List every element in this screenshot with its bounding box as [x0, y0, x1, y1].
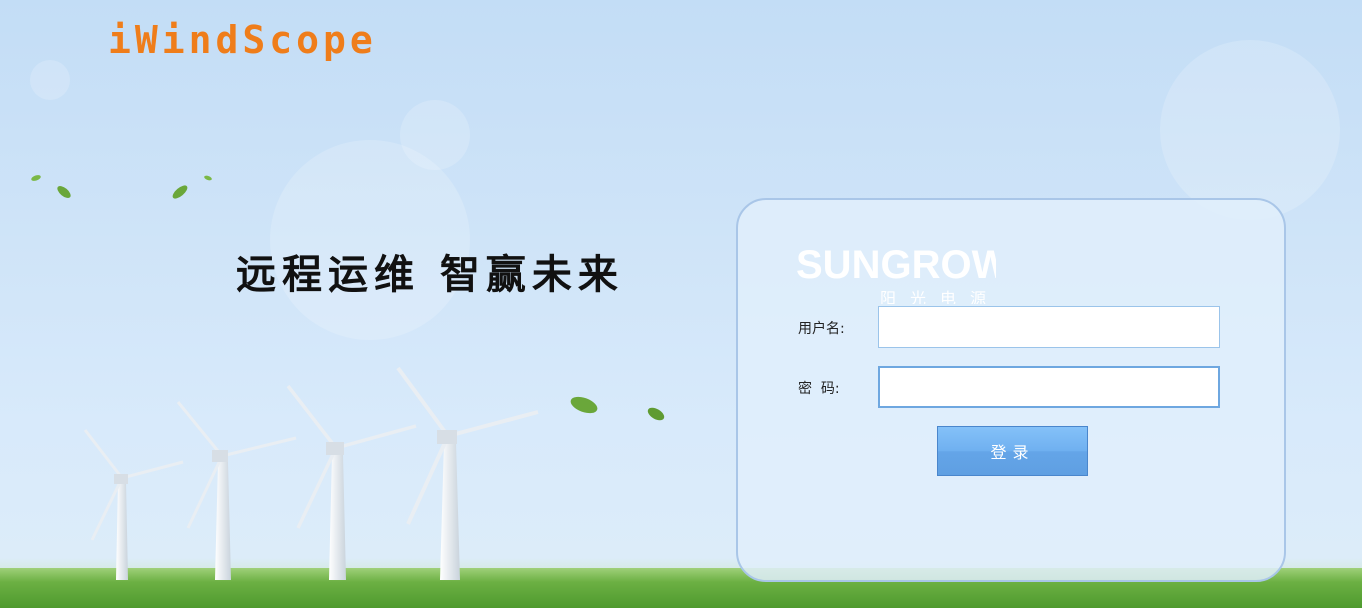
leaf-icon: [31, 175, 41, 181]
leaf-icon: [570, 396, 598, 414]
username-label: 用户名:: [798, 321, 845, 337]
sungrow-logo: SUNGROW 阳光电源: [796, 243, 996, 304]
leaf-icon: [172, 185, 188, 199]
bokeh-decoration: [1160, 40, 1340, 220]
wind-turbine-icon: [83, 429, 184, 580]
login-panel: SUNGROW 阳光电源 用户名: 密 码: 登录: [736, 198, 1286, 582]
leaf-icon: [204, 175, 212, 181]
username-input[interactable]: [878, 306, 1220, 348]
leaf-icon: [647, 407, 665, 421]
password-label: 密 码:: [798, 381, 840, 397]
logo-subtext: 阳光电源: [880, 289, 996, 304]
login-button[interactable]: 登录: [937, 426, 1088, 476]
leaf-icon: [57, 186, 71, 198]
password-input[interactable]: [878, 366, 1220, 408]
logo-text: SUNGROW: [796, 243, 996, 287]
floating-leaves: [31, 175, 665, 421]
